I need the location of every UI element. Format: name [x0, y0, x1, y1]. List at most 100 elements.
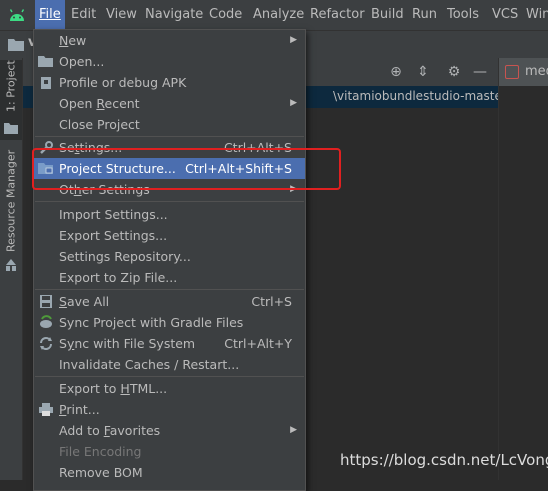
menu-item-label: Close Project	[59, 117, 140, 132]
tab-resource-manager-label: Resource Manager	[4, 150, 18, 253]
menu-item-label: Settings Repository...	[59, 249, 191, 264]
menu-item-shortcut: Ctrl+Alt+Shift+S	[185, 161, 292, 176]
menu-item-export-html[interactable]: Export to HTML...	[34, 378, 305, 399]
menu-item-export-zip[interactable]: Export to Zip File...	[34, 267, 305, 288]
menu-item-save-all[interactable]: Save All Ctrl+S	[34, 291, 305, 312]
menu-navigate-label: Navigate	[145, 7, 204, 22]
menu-build[interactable]: Build	[367, 0, 408, 30]
menu-item-label: Save All	[59, 294, 110, 309]
menu-view-label: View	[106, 7, 137, 22]
menu-item-close-project[interactable]: Close Project	[34, 114, 305, 135]
menu-item-label: Sync with File System	[59, 336, 196, 351]
apk-icon	[41, 77, 51, 89]
menu-item-label: Export to HTML...	[59, 381, 168, 396]
menu-item-import-settings[interactable]: Import Settings...	[34, 204, 305, 225]
menu-code[interactable]: Code	[205, 0, 246, 30]
menu-tools[interactable]: Tools	[443, 0, 483, 30]
editor-tab-bar: med	[498, 58, 548, 86]
gear-icon[interactable]: ⚙	[446, 64, 462, 80]
menu-item-new[interactable]: New ▶	[34, 30, 305, 51]
file-icon	[505, 65, 519, 79]
editor-area	[498, 86, 548, 480]
menu-item-label: Import Settings...	[59, 207, 168, 222]
folder-icon	[4, 123, 18, 134]
menu-item-sync-file-system[interactable]: Sync with File System Ctrl+Alt+Y	[34, 333, 305, 354]
menu-item-label: Settings...	[59, 140, 123, 155]
file-menu-dropdown: New ▶ Open... Profile or debug APK Open …	[33, 29, 306, 491]
menu-file-label: File	[39, 7, 61, 22]
menu-item-label: Sync Project with Gradle Files	[59, 315, 244, 330]
menu-item-settings-repository[interactable]: Settings Repository...	[34, 246, 305, 267]
editor-tab[interactable]: med	[499, 58, 548, 86]
submenu-arrow-icon: ▶	[290, 184, 297, 194]
menu-edit-label: Edit	[71, 7, 97, 22]
submenu-arrow-icon: ▶	[290, 35, 297, 45]
menu-refactor-label: Refactor	[310, 7, 365, 22]
menu-build-label: Build	[371, 7, 404, 22]
menu-item-settings[interactable]: Settings... Ctrl+Alt+S	[34, 137, 305, 158]
menu-item-open[interactable]: Open...	[34, 51, 305, 72]
menu-item-shortcut: Ctrl+Alt+Y	[224, 336, 292, 351]
submenu-arrow-icon: ▶	[290, 425, 297, 435]
project-structure-icon	[38, 163, 53, 174]
menu-run-label: Run	[412, 7, 437, 22]
menu-item-label: Print...	[59, 402, 100, 417]
menu-analyze-label: Analyze	[253, 7, 305, 22]
menu-item-shortcut: Ctrl+Alt+S	[223, 140, 292, 155]
menu-item-label: Other Settings	[59, 182, 150, 197]
android-icon[interactable]	[8, 7, 26, 23]
menu-file[interactable]: File	[35, 0, 65, 30]
left-tool-strip: 1: Project Resource Manager	[0, 58, 23, 480]
menu-item-export-settings[interactable]: Export Settings...	[34, 225, 305, 246]
menu-run[interactable]: Run	[408, 0, 441, 30]
tab-project-label: 1: Project	[4, 60, 18, 112]
menu-item-label: New	[59, 33, 87, 48]
print-icon	[39, 403, 53, 416]
menu-separator	[35, 201, 304, 202]
menu-item-print[interactable]: Print...	[34, 399, 305, 420]
menu-bar: File Edit View Navigate Code Analyze Ref…	[0, 0, 548, 30]
menu-item-label: Export to Zip File...	[59, 270, 178, 285]
menu-refactor[interactable]: Refactor	[306, 0, 369, 30]
folder-open-icon	[38, 56, 53, 67]
menu-window-label: Win	[526, 7, 548, 22]
menu-item-label: Open Recent	[59, 96, 140, 111]
collapse-all-icon[interactable]: ⇕	[415, 64, 431, 80]
menu-view[interactable]: View	[102, 0, 141, 30]
menu-item-shortcut: Ctrl+S	[251, 294, 292, 309]
menu-item-label: Profile or debug APK	[59, 75, 187, 90]
menu-item-label: Export Settings...	[59, 228, 168, 243]
watermark-text: https://blog.csdn.net/LcVong	[340, 451, 548, 469]
menu-item-label: Invalidate Caches / Restart...	[59, 357, 240, 372]
resource-manager-icon	[6, 259, 16, 271]
menu-code-label: Code	[209, 7, 243, 22]
wrench-icon	[40, 141, 53, 154]
menu-item-file-encoding: File Encoding	[34, 441, 305, 462]
locate-icon[interactable]: ⊕	[388, 64, 404, 80]
menu-edit[interactable]: Edit	[67, 0, 100, 30]
menu-item-add-favorites[interactable]: Add to Favorites ▶	[34, 420, 305, 441]
menu-separator	[35, 289, 304, 290]
menu-vcs[interactable]: VCS	[488, 0, 522, 30]
menu-item-sync-gradle[interactable]: Sync Project with Gradle Files	[34, 312, 305, 333]
menu-item-label: File Encoding	[59, 444, 142, 459]
menu-navigate[interactable]: Navigate	[141, 0, 207, 30]
menu-item-open-recent[interactable]: Open Recent ▶	[34, 93, 305, 114]
menu-item-label: Project Structure...	[59, 161, 176, 176]
menu-window[interactable]: Win	[522, 0, 548, 30]
menu-item-invalidate-caches[interactable]: Invalidate Caches / Restart...	[34, 354, 305, 375]
menu-item-other-settings[interactable]: Other Settings ▶	[34, 179, 305, 200]
menu-tools-label: Tools	[447, 7, 480, 22]
refresh-icon	[40, 337, 52, 350]
folder-icon	[8, 39, 24, 51]
menu-analyze[interactable]: Analyze	[249, 0, 308, 30]
submenu-arrow-icon: ▶	[290, 98, 297, 108]
menu-item-label: Add to Favorites	[59, 423, 161, 438]
menu-item-label: Open...	[59, 54, 105, 69]
hide-icon[interactable]: —	[472, 64, 488, 80]
save-icon	[40, 295, 52, 308]
gradle-sync-icon	[40, 315, 52, 328]
menu-vcs-label: VCS	[492, 7, 519, 22]
menu-item-profile-apk[interactable]: Profile or debug APK	[34, 72, 305, 93]
menu-item-project-structure[interactable]: Project Structure... Ctrl+Alt+Shift+S	[34, 158, 305, 179]
